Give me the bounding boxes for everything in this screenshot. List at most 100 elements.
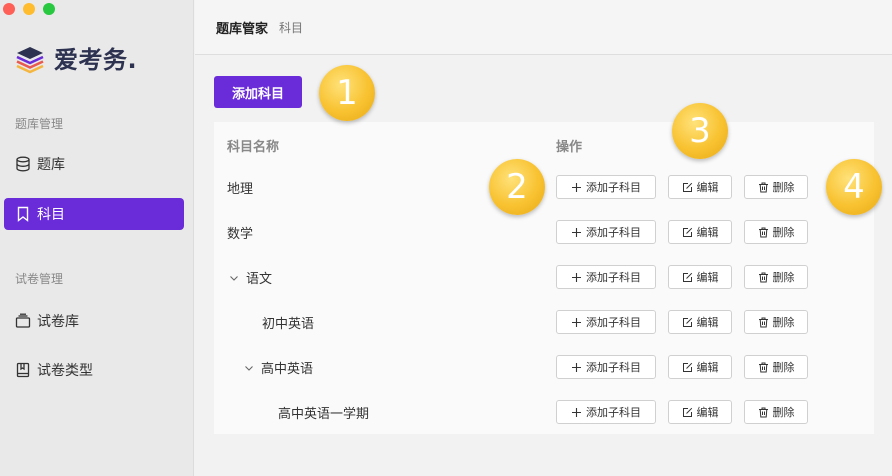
sidebar-item-label: 试卷库 xyxy=(37,314,79,330)
chevron-down-icon[interactable] xyxy=(241,363,257,373)
bookmark-icon xyxy=(17,206,29,222)
delete-button[interactable]: 删除 xyxy=(744,175,808,199)
callout-badge-4: 4 xyxy=(826,159,882,215)
delete-button[interactable]: 删除 xyxy=(744,400,808,424)
button-label: 添加子科目 xyxy=(586,181,641,194)
table-row: 高中英语一学期 添加子科目 编辑 删除 xyxy=(214,390,874,435)
subject-name: 高中英语一学期 xyxy=(278,407,370,422)
delete-button[interactable]: 删除 xyxy=(744,265,808,289)
button-label: 添加子科目 xyxy=(586,226,641,239)
button-label: 删除 xyxy=(772,361,795,374)
edit-button[interactable]: 编辑 xyxy=(668,355,732,379)
plus-icon xyxy=(572,182,581,192)
plus-icon xyxy=(572,317,581,327)
group-title-question-bank: 题库管理 xyxy=(15,117,64,131)
app-logo[interactable]: 爱考务. xyxy=(14,40,137,75)
edit-button[interactable]: 编辑 xyxy=(668,400,732,424)
subject-name-cell: 语文 xyxy=(226,255,272,300)
plus-icon xyxy=(572,272,581,282)
table-row: 数学 添加子科目 编辑 删除 xyxy=(214,210,874,255)
button-label: 删除 xyxy=(772,181,795,194)
button-label: 编辑 xyxy=(696,271,719,284)
trash-icon xyxy=(758,227,768,237)
button-label: 添加子科目 xyxy=(586,361,641,374)
window-controls xyxy=(3,3,55,15)
edit-icon xyxy=(682,317,692,327)
trash-icon xyxy=(758,362,768,372)
sidebar-item-label: 题库 xyxy=(37,157,65,173)
subject-name-cell: 高中英语 xyxy=(241,345,313,390)
button-label: 添加子科目 xyxy=(586,316,641,329)
subject-name: 初中英语 xyxy=(262,317,315,332)
trash-icon xyxy=(758,272,768,282)
edit-icon xyxy=(682,227,692,237)
sidebar-item-subject[interactable]: 科目 xyxy=(4,198,184,230)
add-child-subject-button[interactable]: 添加子科目 xyxy=(556,175,656,199)
add-child-subject-button[interactable]: 添加子科目 xyxy=(556,400,656,424)
add-child-subject-button[interactable]: 添加子科目 xyxy=(556,355,656,379)
button-label: 编辑 xyxy=(696,181,719,194)
table-row: 语文 添加子科目 编辑 删除 xyxy=(214,255,874,300)
trash-icon xyxy=(758,182,768,192)
button-label: 编辑 xyxy=(696,361,719,374)
callout-badge-1: 1 xyxy=(319,65,375,121)
breadcrumb[interactable]: 科目 xyxy=(279,19,303,36)
button-label: 编辑 xyxy=(696,316,719,329)
close-window-button[interactable] xyxy=(3,3,15,15)
delete-button[interactable]: 删除 xyxy=(744,310,808,334)
add-child-subject-button[interactable]: 添加子科目 xyxy=(556,310,656,334)
stack-logo-icon xyxy=(16,46,44,73)
group-title-exam-paper: 试卷管理 xyxy=(15,272,64,286)
trash-icon xyxy=(758,407,768,417)
sidebar-item-question-bank[interactable]: 题库 xyxy=(4,148,184,180)
table-row: 初中英语 添加子科目 编辑 删除 xyxy=(214,300,874,345)
zoom-window-button[interactable] xyxy=(43,3,55,15)
column-header-subject-name: 科目名称 xyxy=(227,140,280,155)
edit-icon xyxy=(682,182,692,192)
sidebar-item-label: 试卷类型 xyxy=(37,363,93,379)
subject-name: 高中英语 xyxy=(261,362,314,377)
delete-button[interactable]: 删除 xyxy=(744,355,808,379)
trash-icon xyxy=(758,317,768,327)
plus-icon xyxy=(572,227,581,237)
top-header: 题库管家 科目 xyxy=(195,0,892,55)
plus-icon xyxy=(572,362,581,372)
sidebar-item-label: 科目 xyxy=(37,207,65,223)
database-icon xyxy=(16,156,30,172)
edit-button[interactable]: 编辑 xyxy=(668,220,732,244)
column-header-actions: 操作 xyxy=(556,140,583,155)
button-label: 添加子科目 xyxy=(586,271,641,284)
callout-badge-2: 2 xyxy=(489,159,545,215)
edit-icon xyxy=(682,407,692,417)
button-label: 编辑 xyxy=(696,406,719,419)
edit-icon xyxy=(682,272,692,282)
delete-button[interactable]: 删除 xyxy=(744,220,808,244)
subject-name: 语文 xyxy=(246,272,273,287)
logo-text: 爱考务. xyxy=(54,46,138,74)
edit-button[interactable]: 编辑 xyxy=(668,310,732,334)
button-label: 删除 xyxy=(772,226,795,239)
button-label: 编辑 xyxy=(696,226,719,239)
edit-button[interactable]: 编辑 xyxy=(668,265,732,289)
add-child-subject-button[interactable]: 添加子科目 xyxy=(556,265,656,289)
plus-icon xyxy=(572,407,581,417)
sidebar-item-paper-library[interactable]: 试卷库 xyxy=(4,305,184,337)
add-child-subject-button[interactable]: 添加子科目 xyxy=(556,220,656,244)
book-icon xyxy=(16,362,30,378)
subject-table: 科目名称 操作 地理 添加子科目 编辑 删除 数学 添加子科目 编辑 删除 语文… xyxy=(214,122,874,434)
edit-icon xyxy=(682,362,692,372)
table-row: 高中英语 添加子科目 编辑 删除 xyxy=(214,345,874,390)
callout-badge-3: 3 xyxy=(672,103,728,159)
chevron-down-icon[interactable] xyxy=(226,273,242,283)
minimize-window-button[interactable] xyxy=(23,3,35,15)
sidebar-item-paper-type[interactable]: 试卷类型 xyxy=(4,354,184,386)
subject-name: 地理 xyxy=(227,182,254,197)
edit-button[interactable]: 编辑 xyxy=(668,175,732,199)
page-title: 题库管家 xyxy=(216,21,269,37)
button-label: 删除 xyxy=(772,316,795,329)
add-subject-button[interactable]: 添加科目 xyxy=(214,76,302,108)
subject-name: 数学 xyxy=(227,227,254,242)
tray-icon xyxy=(15,313,31,328)
button-label: 添加子科目 xyxy=(586,406,641,419)
button-label: 删除 xyxy=(772,406,795,419)
